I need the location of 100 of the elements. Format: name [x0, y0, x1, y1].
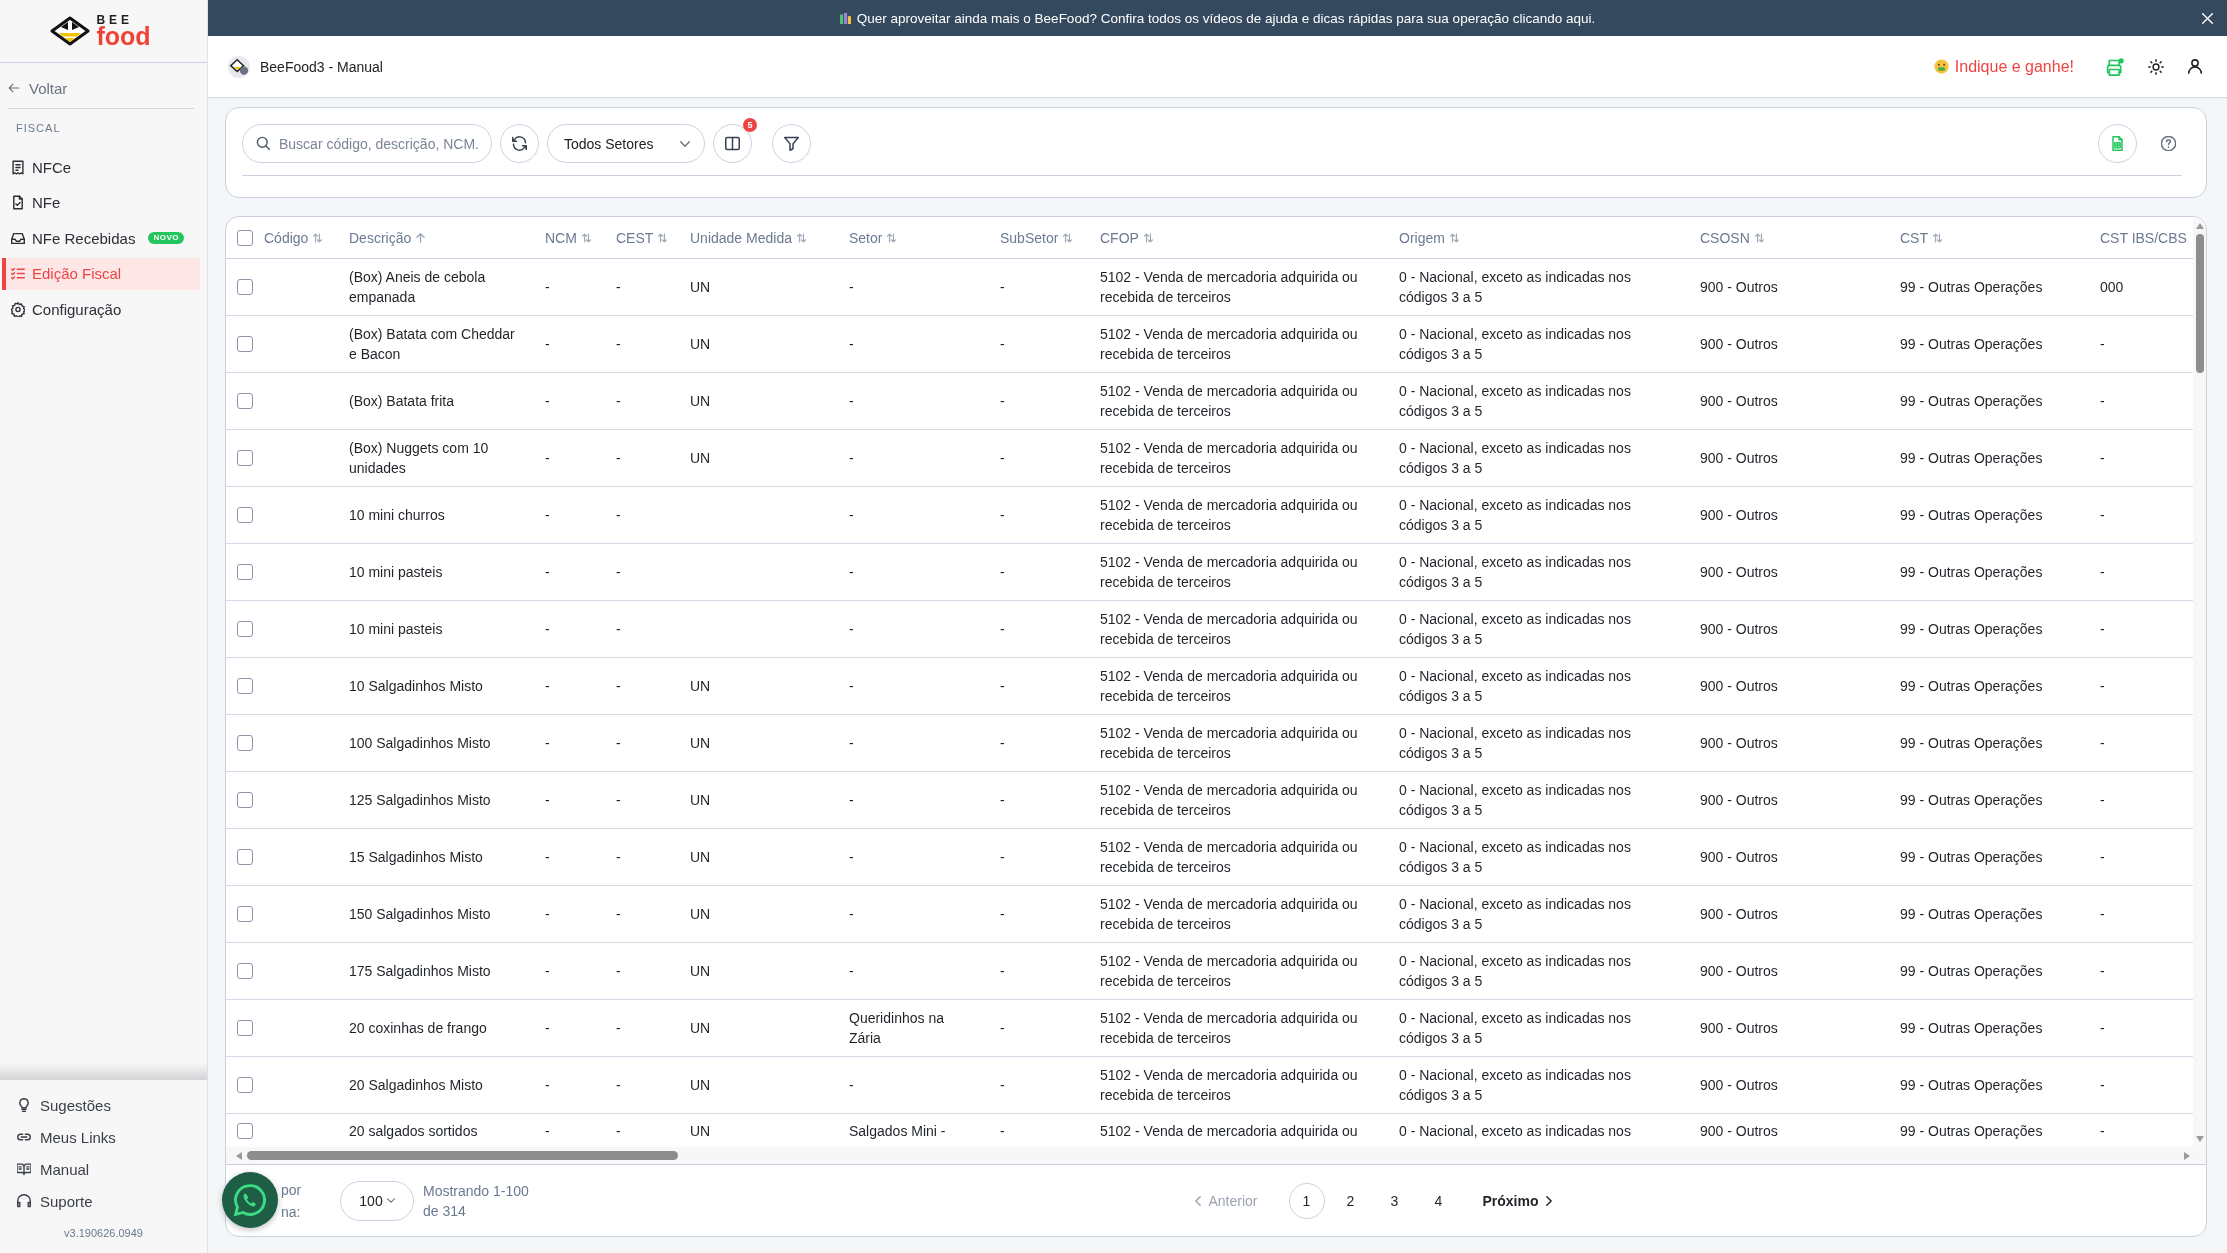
sidebar-item[interactable]: NFCe	[2, 151, 200, 183]
phone-bubble-icon	[234, 1184, 266, 1216]
column-header[interactable]: CEST	[616, 229, 668, 246]
row-checkbox[interactable]	[237, 735, 253, 751]
table-cell-text: 99 - Outras Operações	[1900, 791, 2043, 810]
sidebar-item[interactable]: NFe Recebidas NOVO	[2, 222, 200, 254]
table-cell-text: UN	[690, 1121, 711, 1141]
filter-button[interactable]	[772, 124, 811, 163]
table-cell-text: -	[849, 734, 854, 753]
row-checkbox[interactable]	[237, 1077, 253, 1093]
sidebar-link[interactable]: Meus Links	[0, 1121, 116, 1153]
column-header[interactable]: Setor	[849, 229, 897, 246]
row-checkbox[interactable]	[237, 450, 253, 466]
table-cell-text: 0 - Nacional, exceto as indicadas nos códigos 3 a 5	[1399, 553, 1632, 592]
table-cell-text: -	[2100, 620, 2105, 639]
table-cell-text: -	[849, 335, 854, 354]
table-cell-text: -	[849, 1076, 854, 1095]
chevron-left-icon	[1195, 1195, 1202, 1206]
column-header[interactable]: CFOP	[1100, 229, 1153, 246]
row-checkbox[interactable]	[237, 393, 253, 409]
sun-icon[interactable]	[2148, 58, 2164, 75]
printer-icon[interactable]	[2106, 57, 2124, 76]
row-checkbox[interactable]	[237, 564, 253, 580]
table-cell-text: 99 - Outras Operações	[1900, 506, 2043, 525]
table-cell-text: -	[1000, 620, 1005, 639]
table-cell-text: -	[616, 848, 621, 867]
row-checkbox[interactable]	[237, 678, 253, 694]
table-cell-text: 0 - Nacional, exceto as indicadas nos códigos 3 a 5	[1399, 895, 1632, 934]
close-icon[interactable]	[2202, 12, 2213, 24]
table-cell-text: -	[545, 734, 550, 753]
sidebar-link[interactable]: Sugestões	[0, 1089, 111, 1121]
user-icon[interactable]	[2188, 59, 2202, 74]
chevron-right-icon	[1545, 1195, 1552, 1206]
sidebar-link[interactable]: Manual	[0, 1153, 90, 1185]
sector-select[interactable]: Todos Setores	[547, 124, 705, 163]
row-checkbox[interactable]	[237, 792, 253, 808]
section-label: FISCAL	[16, 122, 61, 134]
table-cell-text: 0 - Nacional, exceto as indicadas nos códigos 3 a 5	[1399, 724, 1632, 763]
table-cell-text: UN	[690, 1019, 711, 1038]
table-cell-text: 0 - Nacional, exceto as indicadas nos códigos 3 a 5	[1399, 496, 1632, 535]
vertical-scrollbar[interactable]	[2193, 217, 2206, 1147]
referral-link[interactable]: Indique e ganhe!	[1933, 57, 2074, 76]
export-button[interactable]	[2098, 124, 2137, 163]
sidebar-item[interactable]: NFe	[2, 186, 200, 219]
sidebar-item[interactable]: Edição Fiscal	[2, 257, 200, 290]
column-header[interactable]: CST IBS/CBS	[2100, 229, 2187, 246]
row-checkbox[interactable]	[237, 507, 253, 523]
page-button[interactable]: 4	[1420, 1182, 1457, 1219]
column-header[interactable]: CST	[1900, 229, 1942, 246]
column-header[interactable]: Origem	[1399, 229, 1459, 246]
table-cell-text: 000	[2100, 278, 2124, 297]
row-checkbox[interactable]	[237, 621, 253, 637]
table-cell-text: 5102 - Venda de mercadoria adquirida ou	[1100, 1121, 1358, 1141]
column-header[interactable]: Unidade Medida	[690, 229, 806, 246]
column-header[interactable]: Descrição	[349, 229, 426, 246]
table-cell-text: -	[616, 620, 621, 639]
column-header[interactable]: CSOSN	[1700, 229, 1764, 246]
column-header[interactable]: Código	[264, 229, 323, 246]
row-checkbox[interactable]	[237, 279, 253, 295]
back-link[interactable]: Voltar	[8, 77, 68, 99]
next-button[interactable]: Próximo	[1476, 1185, 1558, 1216]
column-header[interactable]: NCM	[545, 229, 591, 246]
table-cell-text: (Box) Batata com Cheddar e Bacon	[349, 325, 516, 364]
column-header[interactable]: SubSetor	[1000, 229, 1073, 246]
table-cell-text: 15 Salgadinhos Misto	[349, 848, 483, 867]
sidebar-item[interactable]: Configuração	[2, 293, 200, 325]
table-cell-text: 900 - Outros	[1700, 392, 1778, 411]
table-cell-text: -	[545, 962, 550, 981]
search-field[interactable]: Buscar código, descrição, NCM.	[242, 124, 492, 163]
row-checkbox[interactable]	[237, 963, 253, 979]
row-checkbox[interactable]	[237, 849, 253, 865]
refresh-button[interactable]	[500, 124, 539, 163]
row-checkbox[interactable]	[237, 1020, 253, 1036]
banner-link[interactable]: Quer aproveitar ainda mais o BeeFood? Confira todos os vídeos de ajuda e dicas rápidas para sua operação clicando aqui.	[856, 10, 1596, 26]
page-button[interactable]: 2	[1332, 1182, 1369, 1219]
help-icon[interactable]	[2161, 136, 2176, 151]
table-cell-text: 900 - Outros	[1700, 335, 1778, 354]
page-button[interactable]: 3	[1376, 1182, 1413, 1219]
select-all-checkbox[interactable]	[237, 229, 253, 246]
row-checkbox[interactable]	[237, 1122, 253, 1139]
per-page-select[interactable]: 100	[340, 1180, 414, 1221]
table-cell-text: UN	[690, 962, 711, 981]
page-title: BeeFood3 - Manual	[260, 58, 383, 75]
table-cell-text: 900 - Outros	[1700, 1019, 1778, 1038]
table-cell-text: -	[616, 335, 621, 354]
horizontal-scrollbar[interactable]	[226, 1147, 2206, 1164]
table-cell-text: 99 - Outras Operações	[1900, 905, 2043, 924]
table-cell-text: -	[1000, 791, 1005, 810]
table-cell-text: -	[616, 392, 621, 411]
table-cell-text: UN	[690, 791, 711, 810]
row-checkbox[interactable]	[237, 336, 253, 352]
sidebar-link[interactable]: Suporte	[0, 1185, 93, 1217]
table-cell-text: -	[2100, 563, 2105, 582]
table-cell-text: 175 Salgadinhos Misto	[349, 962, 491, 981]
table-cell-text: -	[849, 278, 854, 297]
table-cell-text: 5102 - Venda de mercadoria adquirida ou recebida de terceiros	[1100, 952, 1359, 991]
chat-button[interactable]	[222, 1172, 278, 1228]
table-cell-text: -	[2100, 392, 2105, 411]
chevron-down-icon	[386, 1198, 395, 1203]
row-checkbox[interactable]	[237, 906, 253, 922]
